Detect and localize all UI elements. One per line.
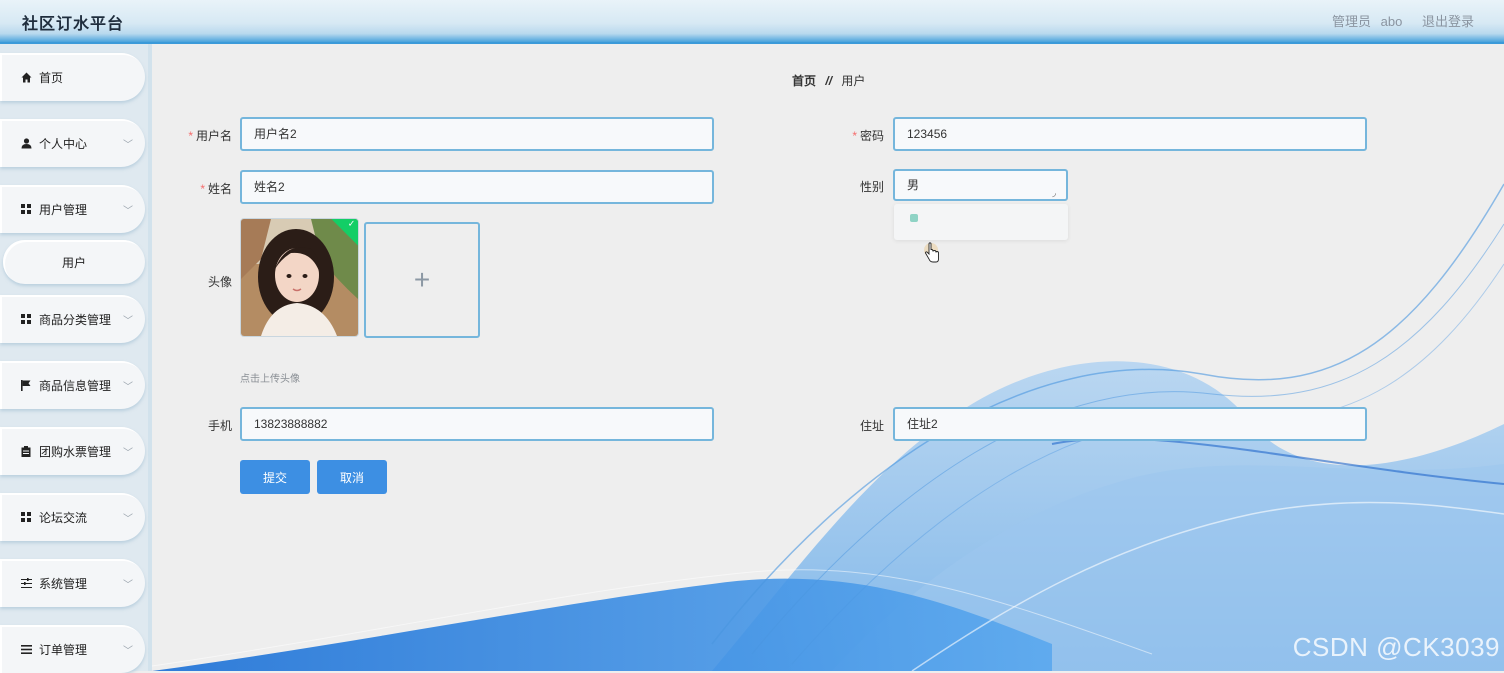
submit-button[interactable]: 提交 — [240, 460, 310, 494]
sidebar-item-label: 用户管理 — [39, 202, 88, 217]
app-title: 社区订水平台 — [22, 16, 125, 33]
username: abo — [1380, 14, 1403, 29]
password-label: * 密码 — [852, 129, 884, 143]
gender-selected-value: 男 — [907, 178, 920, 192]
grid-icon — [20, 313, 32, 325]
sliders-icon — [20, 577, 32, 589]
dropdown-option[interactable] — [910, 214, 918, 222]
avatar-image[interactable]: ✓ — [240, 218, 359, 337]
sidebar-item-label: 商品分类管理 — [39, 312, 112, 327]
sidebar-item-category-management[interactable]: 商品分类管理 ﹀ — [0, 295, 145, 343]
sidebar-item-label: 论坛交流 — [39, 510, 88, 525]
logout-link[interactable]: 退出登录 — [1422, 14, 1474, 29]
sidebar-subitem-user[interactable]: 用户 — [3, 240, 145, 284]
hand-cursor-icon — [924, 242, 939, 263]
password-input[interactable]: 123456 — [893, 117, 1367, 151]
gender-select[interactable]: 男 ◞ — [893, 169, 1068, 201]
phone-label: 手机 — [207, 419, 232, 433]
breadcrumb: 首页 // 用户 — [792, 72, 865, 89]
user-role: 管理员 — [1332, 14, 1372, 29]
grid-icon — [20, 511, 32, 523]
main-content: 首页 // 用户 * 用户名 用户名2 * 密码 123456 * 姓名 姓名2 性别… — [152, 44, 1504, 671]
grid-icon — [20, 203, 32, 215]
sidebar-item-system-management[interactable]: 系统管理 ﹀ — [0, 559, 145, 607]
chevron-down-icon: ﹀ — [123, 580, 133, 591]
header-user-area: 管理员 abo 退出登录 — [1332, 11, 1474, 30]
list-icon — [20, 643, 32, 655]
top-header: 社区订水平台 管理员 abo 退出登录 — [0, 0, 1504, 44]
address-input[interactable]: 住址2 — [893, 407, 1367, 441]
breadcrumb-home[interactable]: 首页 — [792, 74, 816, 88]
flag-icon — [20, 379, 32, 391]
watermark: CSDN @CK3039 — [1292, 632, 1500, 662]
sidebar-item-order-management[interactable]: 订单管理 ﹀ — [0, 625, 145, 673]
chevron-down-icon: ﹀ — [123, 382, 133, 393]
chevron-down-icon: ﹀ — [123, 206, 133, 217]
upload-tip: 点击上传头像 — [240, 374, 300, 385]
username-input[interactable]: 用户名2 — [240, 117, 714, 151]
phone-input[interactable]: 13823888882 — [240, 407, 714, 441]
home-icon — [20, 71, 32, 83]
name-input[interactable]: 姓名2 — [240, 170, 714, 204]
username-label: * 用户名 — [188, 129, 232, 143]
sidebar-item-ticket-management[interactable]: 团购水票管理 ﹀ — [0, 427, 145, 475]
avatar-label: 头像 — [207, 275, 232, 289]
sidebar-item-label: 系统管理 — [39, 576, 88, 591]
cancel-button[interactable]: 取消 — [317, 460, 387, 494]
clipboard-icon — [20, 445, 32, 457]
sidebar-item-personal-center[interactable]: 个人中心 ﹀ — [0, 119, 145, 167]
sidebar-item-label: 首页 — [39, 70, 64, 85]
sidebar-item-user-management[interactable]: 用户管理 ﹀ — [0, 185, 145, 233]
avatar-photo — [241, 219, 358, 336]
name-label: * 姓名 — [200, 182, 232, 196]
sidebar-item-forum[interactable]: 论坛交流 ﹀ — [0, 493, 145, 541]
chevron-down-icon: ﹀ — [123, 448, 133, 459]
avatar-upload-button[interactable]: + — [364, 222, 480, 338]
plus-icon: + — [413, 264, 431, 295]
sidebar-item-label: 个人中心 — [39, 136, 88, 151]
address-label: 住址 — [859, 419, 884, 433]
check-icon: ✓ — [347, 218, 356, 229]
sidebar: 首页 个人中心 ﹀ 用户管理 ﹀ 用户 商品分类管理 ﹀ 商品信息管理 ﹀ 团购… — [0, 44, 152, 673]
sidebar-item-label: 商品信息管理 — [39, 378, 112, 393]
chevron-down-icon: ﹀ — [123, 140, 133, 151]
gender-label: 性别 — [859, 180, 884, 194]
chevron-down-icon: ﹀ — [123, 316, 133, 327]
sidebar-item-label: 用户 — [61, 255, 86, 270]
sidebar-item-product-management[interactable]: 商品信息管理 ﹀ — [0, 361, 145, 409]
sidebar-item-label: 团购水票管理 — [39, 444, 112, 459]
gender-dropdown[interactable] — [894, 204, 1068, 240]
chevron-down-icon: ﹀ — [123, 514, 133, 525]
chevron-down-icon: ﹀ — [123, 646, 133, 657]
sidebar-item-label: 订单管理 — [39, 642, 88, 657]
sidebar-item-home[interactable]: 首页 — [0, 53, 145, 101]
breadcrumb-separator: // — [825, 74, 833, 88]
user-icon — [20, 137, 32, 149]
breadcrumb-current: 用户 — [841, 74, 866, 88]
